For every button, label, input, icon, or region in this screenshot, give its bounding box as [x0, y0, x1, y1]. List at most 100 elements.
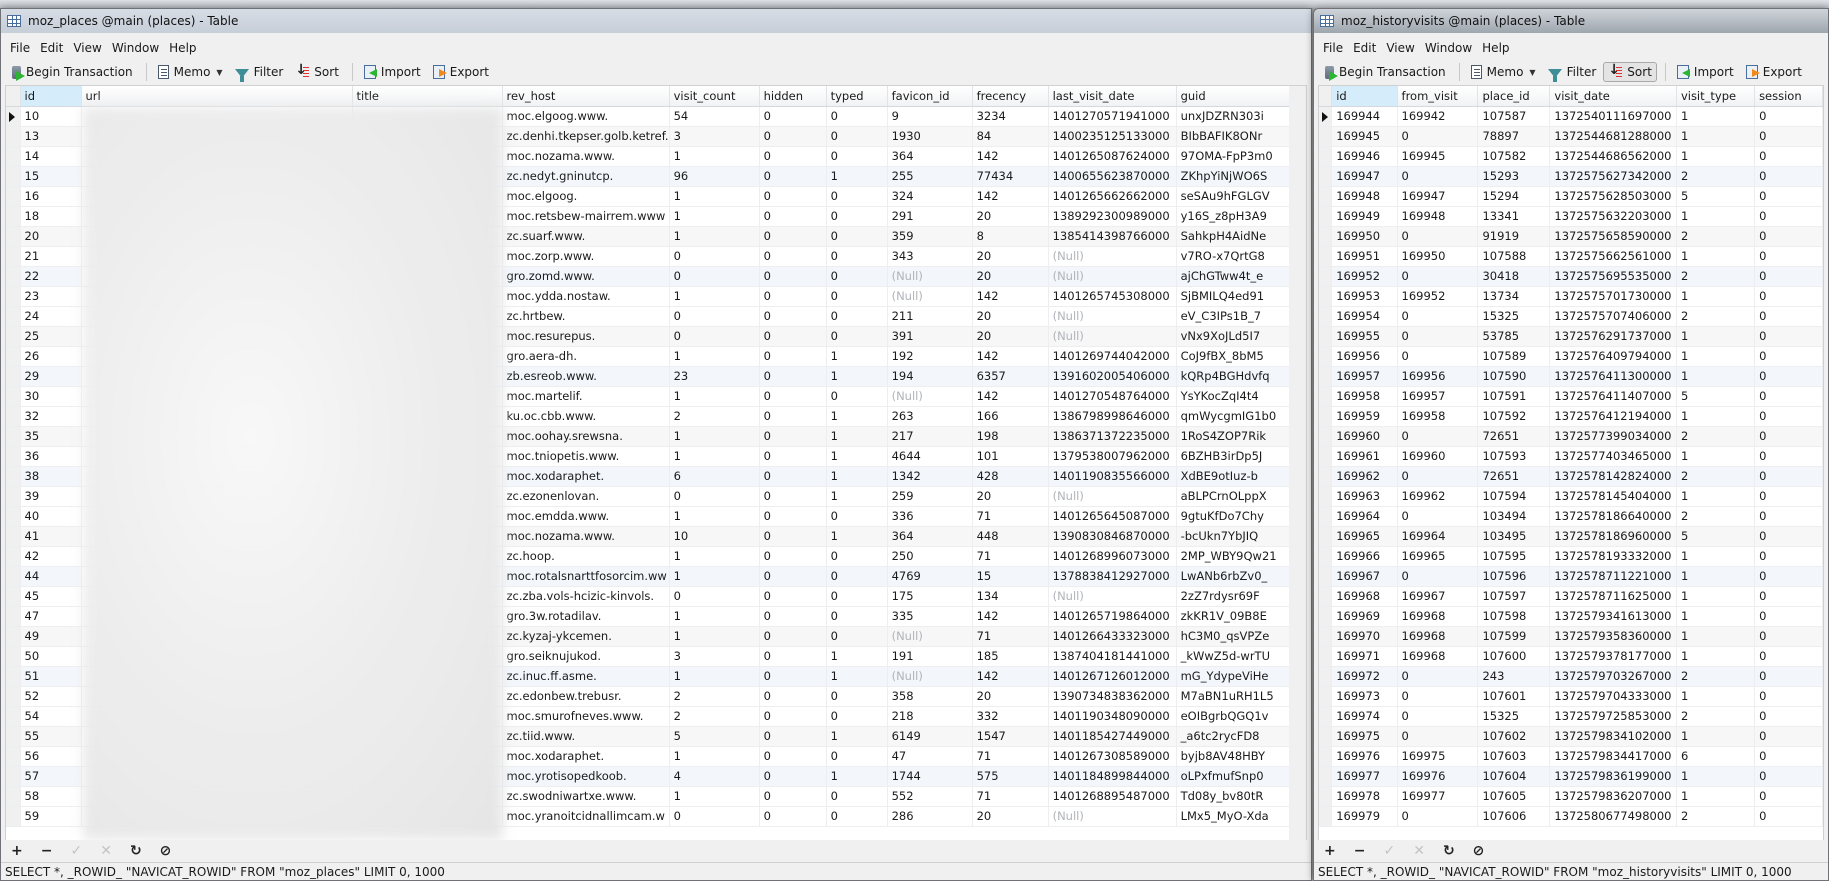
cell-frecency[interactable]: 71	[972, 746, 1049, 767]
row-selector[interactable]	[6, 266, 21, 287]
cell-guid[interactable]: SjBMILQ4ed91	[1176, 286, 1295, 307]
column-header-last-visit-date[interactable]: last_visit_date	[1048, 86, 1177, 107]
cell-guid[interactable]: 97OMA-FpP3m0	[1176, 146, 1295, 167]
cell-place-id[interactable]: 107596	[1477, 566, 1551, 587]
cell-visit-type[interactable]: 1	[1676, 286, 1756, 307]
table-row[interactable]: 169954 0 15325 1372575707406000 2 0	[1319, 306, 1823, 327]
cell-guid[interactable]: -bcUkn7YbJIQ	[1176, 526, 1295, 547]
cell-visit-date[interactable]: 1372575662561000	[1549, 246, 1677, 267]
cell-typed[interactable]: 0	[826, 266, 888, 287]
cell-rev-host[interactable]: moc.resurepus.	[502, 326, 670, 347]
row-selector[interactable]	[1319, 666, 1333, 687]
cell-rev-host[interactable]: zb.esreob.www.	[502, 366, 670, 387]
cell-guid[interactable]: seSAu9hFGLGV	[1176, 186, 1295, 207]
memo-button[interactable]: Memo ▼	[1466, 62, 1541, 82]
cell-place-id[interactable]: 15325	[1477, 706, 1551, 727]
cell-hidden[interactable]: 0	[759, 686, 827, 707]
table-row[interactable]: 169970 169968 107599 1372579358360000 1 0	[1319, 626, 1823, 647]
cell-visit-date[interactable]: 1372578145404000	[1549, 486, 1677, 507]
cell-typed[interactable]: 0	[826, 706, 888, 727]
cell-place-id[interactable]: 107590	[1477, 366, 1551, 387]
cell-session[interactable]: 0	[1754, 426, 1823, 447]
cell-typed[interactable]: 0	[826, 586, 888, 607]
cell-visit-type[interactable]: 1	[1676, 486, 1756, 507]
cell-place-id[interactable]: 107598	[1477, 606, 1551, 627]
column-header-from-visit[interactable]: from_visit	[1397, 86, 1479, 107]
row-selector[interactable]	[6, 306, 21, 327]
cell-visit-date[interactable]: 1372575627342000	[1549, 166, 1677, 187]
cell-favicon-id[interactable]: 175	[887, 586, 973, 607]
import-button[interactable]: Import	[359, 62, 426, 82]
cell-place-id[interactable]: 15325	[1477, 306, 1551, 327]
cell-place-id[interactable]: 107605	[1477, 786, 1551, 807]
cell-session[interactable]: 0	[1754, 326, 1823, 347]
cell-place-id[interactable]: 13734	[1477, 286, 1551, 307]
cell-favicon-id[interactable]: 336	[887, 506, 973, 527]
cell-visit-date[interactable]: 1372576409794000	[1549, 346, 1677, 367]
cell-frecency[interactable]: 142	[972, 146, 1049, 167]
menu-window[interactable]: Window	[107, 39, 164, 57]
chevron-down-icon[interactable]: ▼	[1529, 68, 1535, 77]
cell-visit-type[interactable]: 6	[1676, 746, 1756, 767]
table-row[interactable]: 169950 0 91919 1372575658590000 2 0	[1319, 226, 1823, 247]
cell-place-id[interactable]: 107600	[1477, 646, 1551, 667]
cell-hidden[interactable]: 0	[759, 166, 827, 187]
cell-guid[interactable]: unxJDZRN303i	[1176, 106, 1295, 127]
cell-place-id[interactable]: 103494	[1477, 506, 1551, 527]
cell-guid[interactable]: zkKR1V_09B8E	[1176, 606, 1295, 627]
cell-visit-count[interactable]: 1	[669, 606, 760, 627]
cell-from-visit[interactable]: 169958	[1397, 406, 1479, 427]
menu-help[interactable]: Help	[164, 39, 201, 57]
cell-place-id[interactable]: 107601	[1477, 686, 1551, 707]
cell-id[interactable]: 169947	[1331, 166, 1398, 187]
cell-visit-date[interactable]: 1372578193332000	[1549, 546, 1677, 567]
cell-id[interactable]: 169964	[1331, 506, 1398, 527]
cell-favicon-id[interactable]: 291	[887, 206, 973, 227]
cell-session[interactable]: 0	[1754, 406, 1823, 427]
row-selector[interactable]	[6, 746, 21, 767]
cell-id[interactable]: 14	[20, 146, 82, 167]
column-header-place-id[interactable]: place_id	[1477, 86, 1551, 107]
row-selector[interactable]	[6, 606, 21, 627]
cell-visit-count[interactable]: 1	[669, 746, 760, 767]
cell-visit-count[interactable]: 1	[669, 226, 760, 247]
cell-frecency[interactable]: 84	[972, 126, 1049, 147]
column-header-session[interactable]: session	[1754, 86, 1823, 107]
row-selector[interactable]	[1319, 486, 1333, 507]
cell-rev-host[interactable]: gro.seiknujukod.	[502, 646, 670, 667]
cell-favicon-id[interactable]: 211	[887, 306, 973, 327]
cell-hidden[interactable]: 0	[759, 646, 827, 667]
row-selector[interactable]	[6, 706, 21, 727]
cell-place-id[interactable]: 107594	[1477, 486, 1551, 507]
row-selector[interactable]	[6, 186, 21, 207]
cell-typed[interactable]: 1	[826, 446, 888, 467]
cell-session[interactable]: 0	[1754, 666, 1823, 687]
cell-visit-count[interactable]: 1	[669, 426, 760, 447]
cell-visit-type[interactable]: 1	[1676, 326, 1756, 347]
cell-id[interactable]: 169948	[1331, 186, 1398, 207]
cell-place-id[interactable]: 107591	[1477, 386, 1551, 407]
cell-visit-count[interactable]: 1	[669, 626, 760, 647]
cell-last-visit-date[interactable]: 1401267308589000	[1048, 746, 1177, 767]
cell-id[interactable]: 25	[20, 326, 82, 347]
cell-favicon-id[interactable]: 191	[887, 646, 973, 667]
stop-icon[interactable]: ⊘	[160, 843, 172, 859]
cell-hidden[interactable]: 0	[759, 606, 827, 627]
cell-frecency[interactable]: 20	[972, 806, 1049, 827]
cell-id[interactable]: 169944	[1331, 106, 1398, 127]
cell-hidden[interactable]: 0	[759, 446, 827, 467]
table-row[interactable]: 169976 169975 107603 1372579834417000 6 0	[1319, 746, 1823, 767]
cell-last-visit-date[interactable]: 1401190835566000	[1048, 466, 1177, 487]
cell-from-visit[interactable]: 0	[1397, 686, 1479, 707]
cell-place-id[interactable]: 91919	[1477, 226, 1551, 247]
cell-visit-type[interactable]: 2	[1676, 426, 1756, 447]
cell-visit-type[interactable]: 1	[1676, 146, 1756, 167]
cell-from-visit[interactable]: 169945	[1397, 146, 1479, 167]
cell-hidden[interactable]: 0	[759, 126, 827, 147]
cell-favicon-id[interactable]: 286	[887, 806, 973, 827]
cell-hidden[interactable]: 0	[759, 246, 827, 267]
cell-place-id[interactable]: 15294	[1477, 186, 1551, 207]
menu-window[interactable]: Window	[1420, 39, 1477, 57]
cell-place-id[interactable]: 107599	[1477, 626, 1551, 647]
cell-guid[interactable]: mG_YdypeViHe	[1176, 666, 1295, 687]
